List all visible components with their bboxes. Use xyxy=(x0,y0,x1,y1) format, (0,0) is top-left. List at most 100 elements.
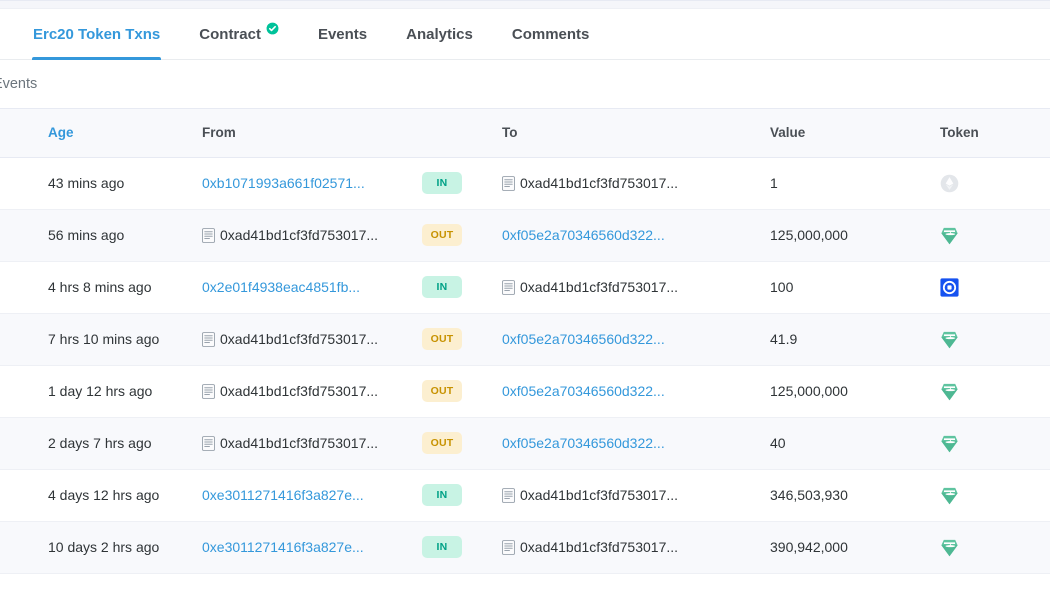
tab-contract[interactable]: Contract xyxy=(199,9,279,60)
from-address: 0xad41bd1cf3fd753017... xyxy=(220,383,378,399)
from-cell: 0x2e01f4938eac4851fb... xyxy=(202,261,422,313)
to-cell: 0xad41bd1cf3fd753017... xyxy=(502,157,770,209)
column-header-to: To xyxy=(502,109,770,157)
table-row: ...2 days 7 hrs ago 0xad41bd1cf3fd753017.… xyxy=(0,417,1050,469)
value-cell: 125,000,000 xyxy=(770,365,940,417)
from-address[interactable]: 0xe3011271416f3a827e... xyxy=(202,487,364,503)
txn-hash-cell[interactable]: ... xyxy=(0,417,36,469)
from-address[interactable]: 0x2e01f4938eac4851fb... xyxy=(202,279,360,295)
from-address: 0xad41bd1cf3fd753017... xyxy=(220,435,378,451)
to-address[interactable]: 0xf05e2a70346560d322... xyxy=(502,331,665,347)
txn-hash-cell[interactable]: ... xyxy=(0,365,36,417)
tab-label: Analytics xyxy=(406,9,473,60)
token-cell[interactable] xyxy=(940,261,1050,313)
from-address: 0xad41bd1cf3fd753017... xyxy=(220,227,378,243)
age-cell: 43 mins ago xyxy=(36,157,202,209)
tab-label: Erc20 Token Txns xyxy=(33,9,160,60)
txn-hash-cell[interactable]: ... xyxy=(0,157,36,209)
direction-badge: OUT xyxy=(422,432,462,454)
tab-analytics[interactable]: Analytics xyxy=(406,9,473,60)
value-cell: 346,503,930 xyxy=(770,469,940,521)
tab-erc20-token-txns[interactable]: Erc20 Token Txns xyxy=(33,9,160,60)
table-body: ...43 mins ago0xb1071993a661f02571...IN0… xyxy=(0,157,1050,573)
from-address: 0xad41bd1cf3fd753017... xyxy=(220,331,378,347)
table-row: ...4 days 12 hrs ago0xe3011271416f3a827e… xyxy=(0,469,1050,521)
to-address[interactable]: 0xf05e2a70346560d322... xyxy=(502,435,665,451)
from-cell: 0xad41bd1cf3fd753017... xyxy=(202,417,422,469)
column-header-hash xyxy=(0,109,36,157)
direction-badge: IN xyxy=(422,276,462,298)
contract-document-icon xyxy=(202,436,215,451)
tether-token-icon xyxy=(940,382,959,401)
contract-document-icon xyxy=(502,280,515,295)
token-cell[interactable] xyxy=(940,469,1050,521)
token-cell[interactable] xyxy=(940,521,1050,573)
tether-token-icon xyxy=(940,486,959,505)
table-row: ...7 hrs 10 mins ago 0xad41bd1cf3fd753017… xyxy=(0,313,1050,365)
contract-document-icon xyxy=(502,176,515,191)
token-cell[interactable] xyxy=(940,365,1050,417)
erc20-token-transfers-page: Erc20 Token Txns Contract Events Analytics C… xyxy=(0,0,1050,600)
age-cell: 7 hrs 10 mins ago xyxy=(36,313,202,365)
token-cell[interactable] xyxy=(940,209,1050,261)
subtitle-row: fer Events xyxy=(0,60,1050,108)
to-address: 0xad41bd1cf3fd753017... xyxy=(520,487,678,503)
to-address[interactable]: 0xf05e2a70346560d322... xyxy=(502,383,665,399)
to-address[interactable]: 0xf05e2a70346560d322... xyxy=(502,227,665,243)
table-row: ...4 hrs 8 mins ago0x2e01f4938eac4851fb.… xyxy=(0,261,1050,313)
age-cell: 10 days 2 hrs ago xyxy=(36,521,202,573)
to-address: 0xad41bd1cf3fd753017... xyxy=(520,175,678,191)
value-cell: 390,942,000 xyxy=(770,521,940,573)
to-cell: 0xad41bd1cf3fd753017... xyxy=(502,261,770,313)
tab-events[interactable]: Events xyxy=(318,9,367,60)
tether-token-icon xyxy=(940,226,959,245)
txn-hash-cell[interactable]: ... xyxy=(0,209,36,261)
tether-token-icon xyxy=(940,434,959,453)
token-cell[interactable] xyxy=(940,313,1050,365)
from-cell: 0xb1071993a661f02571... xyxy=(202,157,422,209)
direction-cell: IN xyxy=(422,469,502,521)
direction-cell: IN xyxy=(422,261,502,313)
age-cell: 1 day 12 hrs ago xyxy=(36,365,202,417)
age-cell: 4 hrs 8 mins ago xyxy=(36,261,202,313)
direction-cell: OUT xyxy=(422,209,502,261)
tab-label: Events xyxy=(318,9,367,60)
verified-check-icon xyxy=(266,22,279,35)
direction-cell: OUT xyxy=(422,313,502,365)
token-cell[interactable] xyxy=(940,157,1050,209)
from-address[interactable]: 0xe3011271416f3a827e... xyxy=(202,539,364,555)
txn-hash-cell[interactable]: ... xyxy=(0,521,36,573)
tab-label: Contract xyxy=(199,9,261,60)
direction-badge: IN xyxy=(422,484,462,506)
transfers-table-container: AgeFromToValueToken ...43 mins ago0xb107… xyxy=(0,108,1050,574)
transfer-events-label: fer Events xyxy=(0,76,37,92)
column-header-token: Token xyxy=(940,109,1050,157)
direction-cell: IN xyxy=(422,157,502,209)
contract-document-icon xyxy=(502,540,515,555)
from-cell: 0xad41bd1cf3fd753017... xyxy=(202,209,422,261)
table-row: ...10 days 2 hrs ago0xe3011271416f3a827e… xyxy=(0,521,1050,573)
token-cell[interactable] xyxy=(940,417,1050,469)
column-header-value: Value xyxy=(770,109,940,157)
direction-badge: OUT xyxy=(422,328,462,350)
tab-bar: Erc20 Token Txns Contract Events Analytics C… xyxy=(0,9,1050,60)
contract-document-icon xyxy=(202,332,215,347)
table-row: ...1 day 12 hrs ago 0xad41bd1cf3fd753017.… xyxy=(0,365,1050,417)
to-cell: 0xad41bd1cf3fd753017... xyxy=(502,469,770,521)
from-cell: 0xe3011271416f3a827e... xyxy=(202,521,422,573)
column-header-age[interactable]: Age xyxy=(36,109,202,157)
tab-comments[interactable]: Comments xyxy=(512,9,590,60)
txn-hash-cell[interactable]: ... xyxy=(0,469,36,521)
value-cell: 100 xyxy=(770,261,940,313)
age-cell: 2 days 7 hrs ago xyxy=(36,417,202,469)
tether-token-icon xyxy=(940,330,959,349)
contract-document-icon xyxy=(502,488,515,503)
to-cell: 0xf05e2a70346560d322... xyxy=(502,313,770,365)
transfers-table: AgeFromToValueToken ...43 mins ago0xb107… xyxy=(0,109,1050,574)
txn-hash-cell[interactable]: ... xyxy=(0,261,36,313)
txn-hash-cell[interactable]: ... xyxy=(0,313,36,365)
value-cell: 1 xyxy=(770,157,940,209)
from-address[interactable]: 0xb1071993a661f02571... xyxy=(202,175,365,191)
table-header-row: AgeFromToValueToken xyxy=(0,109,1050,157)
from-cell: 0xe3011271416f3a827e... xyxy=(202,469,422,521)
